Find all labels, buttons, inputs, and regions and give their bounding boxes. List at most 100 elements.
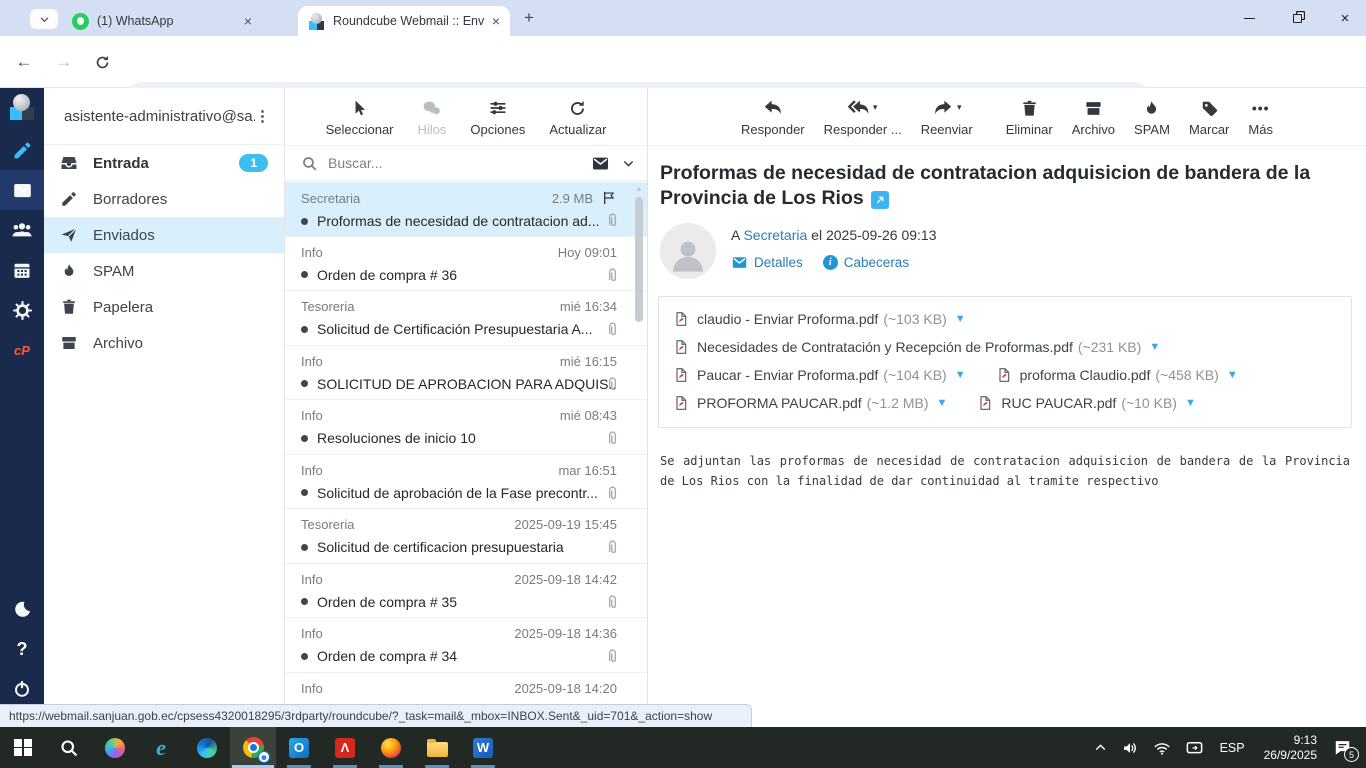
list-item[interactable]: Info Hoy 09:01 Orden de compra # 36 (285, 237, 647, 291)
file-explorer-button[interactable] (414, 727, 460, 768)
delete-button[interactable]: Eliminar (1006, 97, 1053, 145)
tray-expand-chevron-icon[interactable] (1094, 741, 1107, 754)
list-item[interactable]: Secretaria 2.9 MB Proformas de necesidad … (285, 182, 647, 237)
attachment-link[interactable]: proforma Claudio.pdf (~458 KB) ▼ (996, 367, 1238, 383)
scroll-up-icon[interactable]: ▲ (633, 184, 645, 193)
reply-all-button[interactable]: ▾ Responder ... (824, 97, 902, 145)
search-options-chevron-icon[interactable] (622, 157, 635, 170)
list-item[interactable]: Info 2025-09-18 14:36 Orden de compra # 3… (285, 618, 647, 673)
back-button[interactable]: ← (12, 50, 36, 74)
window-minimize-button[interactable] (1226, 0, 1272, 36)
start-button[interactable] (0, 727, 46, 768)
headers-toggle[interactable]: i Cabeceras (822, 255, 909, 270)
calendar-nav-button[interactable] (0, 250, 44, 290)
folder-archive[interactable]: Archivo (44, 325, 284, 361)
list-item[interactable]: Info mar 16:51 Solicitud de aprobación de… (285, 455, 647, 509)
outlook-button[interactable]: O (276, 727, 322, 768)
contacts-nav-button[interactable] (0, 210, 44, 250)
forward-button[interactable]: → (52, 50, 76, 74)
archive-icon (60, 334, 78, 352)
edge-button[interactable] (184, 727, 230, 768)
account-menu-icon[interactable]: ⋮ (255, 107, 270, 125)
details-toggle[interactable]: Detalles (731, 254, 803, 271)
folder-inbox[interactable]: Entrada 1 (44, 145, 284, 181)
more-button[interactable]: ••• Más (1248, 97, 1273, 145)
select-button[interactable]: Seleccionar (326, 97, 394, 145)
list-item[interactable]: Info mié 16:15 SOLICITUD DE APROBACION PA… (285, 346, 647, 400)
window-close-button[interactable]: × (1322, 0, 1366, 36)
options-button[interactable]: Opciones (470, 97, 525, 145)
open-in-new-window-icon[interactable] (870, 191, 889, 209)
cast-icon[interactable] (1185, 738, 1204, 757)
taskbar-search-button[interactable] (46, 727, 92, 768)
scroll-thumb[interactable] (635, 197, 643, 322)
mark-button[interactable]: Marcar (1189, 97, 1229, 145)
tab-search-button[interactable] (30, 9, 58, 29)
volume-icon[interactable] (1121, 739, 1139, 757)
compose-button[interactable] (0, 130, 44, 170)
message-header: A Secretaria el 2025-09-26 09:13 Detalle… (660, 223, 1366, 279)
archive-button[interactable]: Archivo (1072, 97, 1115, 145)
list-scrollbar[interactable]: ▲ ▼ (633, 184, 645, 721)
notification-center-button[interactable]: 5 (1333, 738, 1359, 762)
mail-nav-button[interactable] (0, 170, 44, 210)
dropdown-caret-icon[interactable]: ▾ (957, 102, 962, 115)
threads-button[interactable]: Hilos (418, 97, 446, 145)
attachment-menu-caret-icon[interactable]: ▼ (955, 369, 966, 381)
attachment-link[interactable]: Necesidades de Contratación y Recepción … (673, 339, 1160, 355)
search-bar (285, 146, 647, 181)
trash-icon (1020, 99, 1039, 118)
folder-sent[interactable]: Enviados (44, 217, 284, 253)
attachment-menu-caret-icon[interactable]: ▼ (1227, 369, 1238, 381)
language-indicator[interactable]: ESP (1220, 741, 1245, 755)
attachment-link[interactable]: PROFORMA PAUCAR.pdf (~1.2 MB) ▼ (673, 395, 947, 411)
firefox-button[interactable] (368, 727, 414, 768)
copilot-button[interactable] (92, 727, 138, 768)
tab-close-icon[interactable]: × (244, 14, 252, 28)
folder-spam[interactable]: SPAM (44, 253, 284, 289)
folder-trash[interactable]: Papelera (44, 289, 284, 325)
dark-mode-button[interactable] (0, 589, 44, 629)
attachment-icon (604, 267, 621, 284)
refresh-button[interactable]: Actualizar (549, 97, 606, 145)
reload-button[interactable] (90, 50, 114, 74)
search-scope-icon[interactable] (591, 154, 610, 173)
internet-explorer-button[interactable]: e (138, 727, 184, 768)
spam-button[interactable]: SPAM (1134, 97, 1170, 145)
tab-close-icon[interactable]: × (492, 14, 500, 28)
list-item[interactable]: Info 2025-09-18 14:42 Orden de compra # 3… (285, 564, 647, 618)
list-item[interactable]: Tesoreria 2025-09-19 15:45 Solicitud de c… (285, 509, 647, 564)
attachment-menu-caret-icon[interactable]: ▼ (1185, 397, 1196, 409)
acrobat-button[interactable]: Λ (322, 727, 368, 768)
logout-button[interactable] (0, 669, 44, 709)
attachment-link[interactable]: RUC PAUCAR.pdf (~10 KB) ▼ (977, 395, 1196, 411)
help-button[interactable]: ? (0, 629, 44, 669)
reply-button[interactable]: Responder (741, 97, 805, 145)
chrome-profile-badge: ☻ (258, 751, 270, 763)
message-date: el 2025-09-26 09:13 (811, 227, 937, 243)
attachment-link[interactable]: Paucar - Enviar Proforma.pdf (~104 KB) ▼ (673, 367, 966, 383)
tab-title: (1) WhatsApp (97, 14, 174, 28)
attachment-menu-caret-icon[interactable]: ▼ (937, 397, 948, 409)
folder-drafts[interactable]: Borradores (44, 181, 284, 217)
search-input[interactable] (328, 155, 591, 171)
new-tab-button[interactable]: + (524, 8, 534, 28)
dropdown-caret-icon[interactable]: ▾ (873, 102, 878, 115)
list-item[interactable]: Tesoreria mié 16:34 Solicitud de Certific… (285, 291, 647, 346)
forward-button[interactable]: ▾ Reenviar (921, 97, 973, 145)
account-header[interactable]: asistente-administrativo@sa... ⋮ (44, 88, 284, 145)
tab-roundcube[interactable]: Roundcube Webmail :: Enviados × (298, 6, 510, 36)
chrome-button[interactable]: ☻ (230, 727, 276, 768)
window-restore-button[interactable] (1274, 0, 1320, 36)
list-item[interactable]: Info mié 08:43 Resoluciones de inicio 10 (285, 400, 647, 455)
recipient-link[interactable]: Secretaria (743, 227, 807, 243)
clock[interactable]: 9:13 26/9/2025 (1264, 733, 1317, 763)
attachment-menu-caret-icon[interactable]: ▼ (955, 313, 966, 325)
word-button[interactable]: W (460, 727, 506, 768)
settings-nav-button[interactable] (0, 290, 44, 330)
cpanel-button[interactable]: cP (0, 330, 44, 370)
attachment-link[interactable]: claudio - Enviar Proforma.pdf (~103 KB) ▼ (673, 311, 966, 327)
wifi-icon[interactable] (1153, 739, 1171, 757)
tab-whatsapp[interactable]: (1) WhatsApp × (62, 6, 262, 36)
attachment-menu-caret-icon[interactable]: ▼ (1149, 341, 1160, 353)
